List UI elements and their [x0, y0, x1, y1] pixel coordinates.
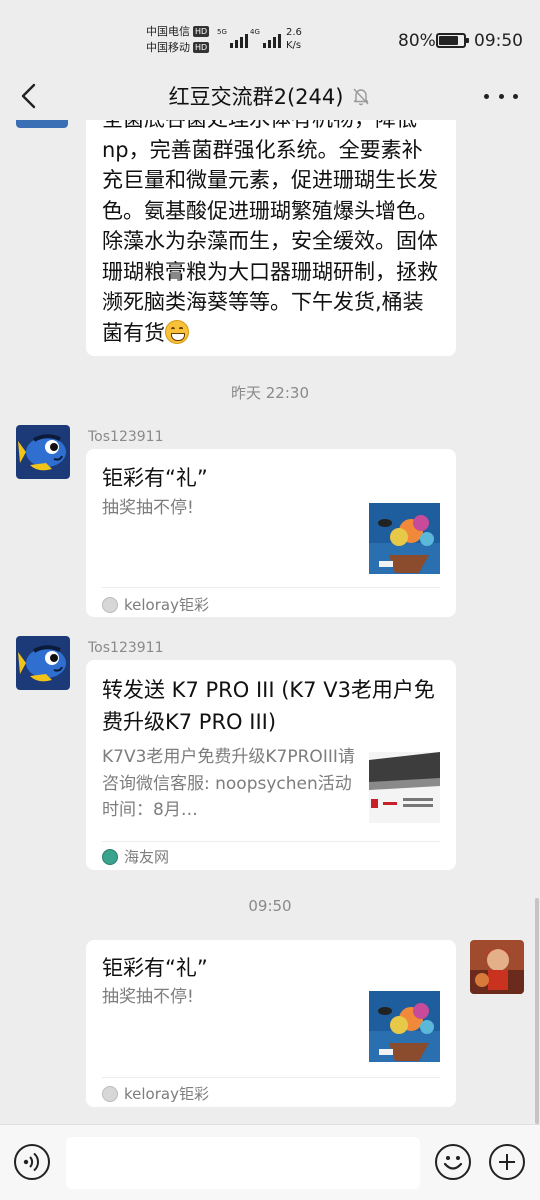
card-thumbnail [369, 752, 440, 823]
signal-5g-icon: 5G [217, 28, 248, 48]
chat-title: 红豆交流群2(244) [168, 85, 344, 109]
sender-name: Tos123911 [88, 429, 164, 445]
battery-percent: 80% [398, 31, 436, 51]
anime-avatar-icon [470, 940, 524, 994]
status-time: 09:50 [474, 31, 523, 51]
source-logo-icon [102, 1085, 118, 1102]
card-source: keloray钜彩 [102, 594, 209, 615]
fish-avatar-icon [16, 636, 70, 690]
avatar[interactable] [16, 636, 70, 690]
bell-off-icon [353, 88, 369, 106]
emoji-button[interactable] [435, 1144, 471, 1180]
input-bar [0, 1124, 540, 1200]
network-speed: 2.6 K/s [286, 27, 302, 51]
text-message-content: 全菌底谷菌处理水体有机物，降低np，完善菌群强化系统。全要素补充巨量和微量元素，… [102, 120, 438, 345]
battery-icon [436, 33, 469, 48]
card-source: keloray钜彩 [102, 1083, 209, 1104]
voice-button[interactable] [14, 1144, 50, 1180]
grin-emoji-icon [165, 319, 189, 344]
chat-header: 红豆交流群2(244) [0, 72, 540, 120]
signal-4g-icon: 4G [250, 28, 281, 48]
more-button[interactable] [484, 80, 518, 112]
card-title: 钜彩有“礼” [102, 466, 208, 490]
chat-title-area: 红豆交流群2(244) [0, 81, 540, 111]
link-card[interactable]: 转发送 K7 PRO III (K7 V3老用户免费升级K7 PRO III) … [86, 660, 456, 870]
sender-name: Tos123911 [88, 640, 164, 656]
avatar[interactable] [16, 425, 70, 479]
timestamp: 昨天 22:30 [231, 384, 309, 402]
my-avatar[interactable] [470, 940, 524, 994]
card-thumbnail [369, 991, 440, 1062]
card-thumbnail [369, 503, 440, 574]
source-logo-icon [102, 848, 118, 865]
chat-messages[interactable]: 全菌底谷菌处理水体有机物，降低np，完善菌群强化系统。全要素补充巨量和微量元素，… [0, 120, 540, 1124]
plus-button[interactable] [489, 1144, 525, 1180]
timestamp: 09:50 [248, 897, 292, 915]
status-bar: 中国电信 HD 中国移动 HD 5G 4G 2.6 K/s 80% 09:50 [0, 0, 540, 80]
voice-icon [23, 1152, 40, 1172]
card-description: K7V3老用户免费升级K7PROIII请咨询微信客服: noopsychen活动… [102, 747, 355, 820]
hd-badge: HD [193, 26, 210, 37]
fish-avatar-icon [16, 425, 70, 479]
text-message-bubble[interactable]: 全菌底谷菌处理水体有机物，降低np，完善菌群强化系统。全要素补充巨量和微量元素，… [86, 120, 456, 356]
card-source: 海友网 [102, 846, 169, 867]
link-card[interactable]: 钜彩有“礼” 抽奖抽不停! keloray钜彩 [86, 449, 456, 617]
more-dots-icon [484, 93, 489, 99]
emoji-icon [443, 1156, 463, 1170]
hd-badge: HD [193, 42, 210, 53]
card-description: 抽奖抽不停! [102, 498, 194, 518]
card-title: 钜彩有“礼” [102, 956, 208, 980]
avatar[interactable] [16, 120, 68, 128]
source-logo-icon [102, 596, 118, 613]
card-title: 转发送 K7 PRO III (K7 V3老用户免费升级K7 PRO III) [102, 678, 435, 734]
scrollbar[interactable] [535, 898, 539, 1124]
carrier-labels: 中国电信 HD 中国移动 HD [146, 24, 210, 56]
link-card[interactable]: 钜彩有“礼” 抽奖抽不停! keloray钜彩 [86, 940, 456, 1107]
carrier-2: 中国移动 [146, 41, 190, 54]
card-description: 抽奖抽不停! [102, 987, 194, 1007]
carrier-1: 中国电信 [146, 25, 190, 38]
message-input[interactable] [66, 1137, 420, 1189]
